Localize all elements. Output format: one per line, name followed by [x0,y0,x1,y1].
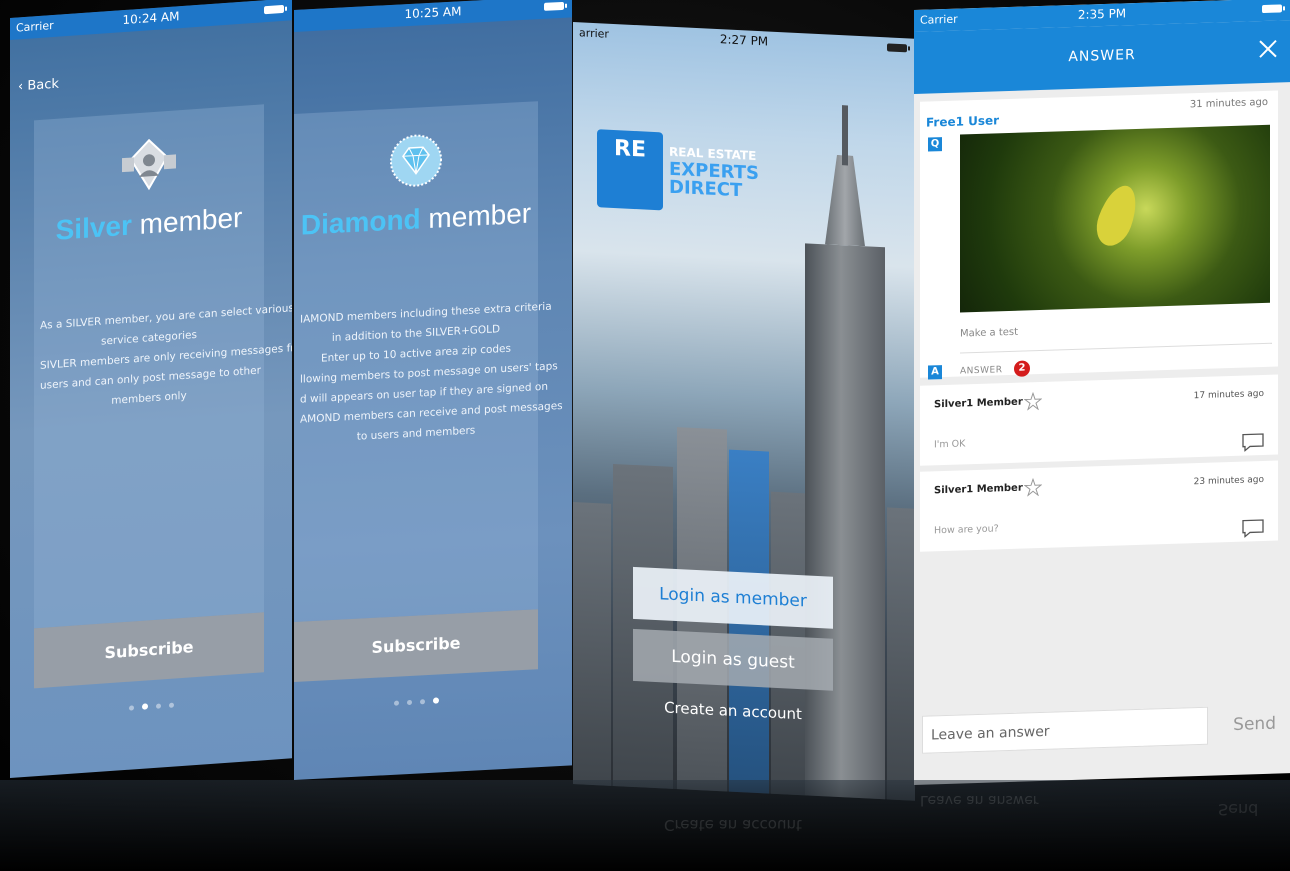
city-building [573,502,611,794]
question-author[interactable]: Free1 User [926,113,999,129]
page-dot[interactable] [155,703,161,709]
diamond-member-screen: 10:25 AM Diamond member IAMOND members i… [294,0,572,780]
answer-tag: A [928,365,942,380]
page-indicator[interactable] [10,684,292,723]
plan-title-rest: member [420,197,532,235]
page-dot[interactable] [168,702,174,708]
silver-member-screen: Carrier 10:24 AM ‹ Back Silver member As… [10,0,292,778]
back-button[interactable]: ‹ Back [18,77,59,95]
answer-composer: Leave an answer Send [922,704,1280,755]
nav-bar: ANSWER [914,20,1290,94]
rank-star-icon [1024,477,1042,497]
screen-title: ANSWER [1068,47,1136,66]
question-tag: Q [928,137,942,152]
reply-time: 23 minutes ago [1193,475,1264,488]
question-photo[interactable] [960,124,1270,313]
list-item: Silver1 Member 23 minutes ago How are yo… [920,460,1278,552]
diamond-badge-icon [390,134,442,187]
battery-icon [544,1,564,11]
answer-screen: Carrier 2:35 PM ANSWER Free1 User 31 min… [914,0,1290,786]
login-screen: arrier 2:27 PM RE REAL ESTATE EXPERTS DI… [573,22,915,801]
plan-description: As a SILVER member, you are can select v… [40,301,292,416]
page-dot[interactable] [419,699,425,705]
answer-label: ANSWER [960,365,1003,377]
page-dot[interactable] [128,705,134,711]
plan-description: IAMOND members including these extra cri… [300,298,563,450]
question-card: Free1 User 31 minutes ago Q Make a test … [920,90,1278,380]
plan-card: Diamond member IAMOND members including … [294,101,563,622]
battery-icon [264,4,284,15]
silver-badge-icon [122,138,176,191]
app-logo-mark: RE [597,129,663,211]
plan-title-highlight: Diamond [300,203,421,241]
close-icon[interactable] [1256,36,1280,61]
back-label: Back [27,76,59,94]
divider [960,342,1272,354]
back-chevron-icon: ‹ [18,79,24,95]
login-member-button[interactable]: Login as member [633,566,833,629]
subscribe-button[interactable]: Subscribe [294,609,538,682]
page-dot[interactable] [406,699,412,706]
reflection-text: Create an account [664,816,802,834]
reply-message: I'm OK [934,438,966,451]
reply-author[interactable]: Silver1 Member [934,483,1023,497]
logo-mark-text: RE [614,136,646,163]
battery-icon [887,43,907,53]
reflection-text: Leave an answer [920,792,1039,808]
list-item: Silver1 Member 17 minutes ago I'm OK [920,374,1278,466]
question-time: 31 minutes ago [1189,96,1268,111]
page-indicator[interactable] [294,683,538,715]
page-dot[interactable] [393,700,399,706]
reply-message: How are you? [934,523,999,537]
plan-title-highlight: Silver [55,209,132,246]
battery-icon [1262,4,1282,14]
plan-title: Silver member [34,200,264,248]
reply-author[interactable]: Silver1 Member [934,397,1023,411]
send-button[interactable]: Send [1233,705,1276,744]
reply-time: 17 minutes ago [1193,389,1264,402]
plan-title: Diamond member [294,197,538,242]
city-building [887,507,915,801]
app-logo-text: REAL ESTATE EXPERTS DIRECT [669,143,759,202]
plan-card: Silver member As a SILVER member, you ar… [34,104,292,629]
answer-count-badge: 2 [1014,360,1030,377]
question-text: Make a test [960,326,1019,340]
page-dot-active[interactable] [141,703,148,710]
login-guest-button[interactable]: Login as guest [633,628,833,691]
page-dot-active[interactable] [432,697,439,704]
comment-icon[interactable] [1242,519,1264,538]
comment-icon[interactable] [1242,433,1264,452]
floor-reflection: Create an account Leave an answer Send [0,780,1290,871]
rank-star-icon [1024,391,1042,411]
answer-input[interactable]: Leave an answer [922,706,1208,754]
reflection-text: Send [1218,800,1259,819]
plan-title-rest: member [131,201,243,241]
